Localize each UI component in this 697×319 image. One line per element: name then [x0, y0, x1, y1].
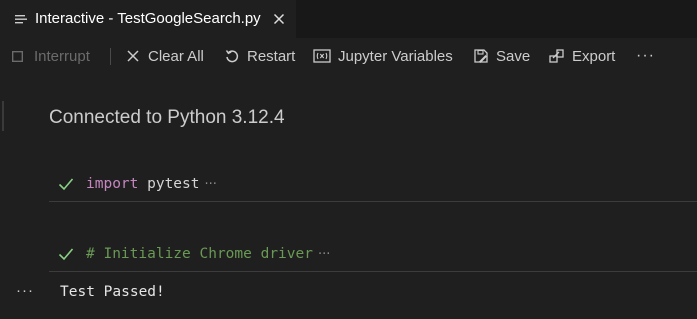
check-icon: [58, 248, 74, 261]
cell-output: Test Passed!: [60, 284, 165, 300]
export-button[interactable]: Export: [549, 38, 615, 74]
close-icon: [127, 50, 139, 62]
tab-interactive[interactable]: Interactive - TestGoogleSearch.py: [0, 0, 296, 38]
code-identifier: pytest: [138, 176, 200, 192]
cell-code: # Initialize Chrome driver ···: [86, 245, 330, 264]
variables-icon: [313, 49, 331, 63]
expand-cell-button[interactable]: ···: [205, 177, 217, 192]
output-more-button[interactable]: ···: [16, 282, 34, 299]
focus-rail: [2, 101, 4, 131]
save-label: Save: [496, 47, 531, 65]
export-icon: [549, 49, 564, 63]
expand-cell-button[interactable]: ···: [318, 247, 330, 262]
close-icon[interactable]: [272, 12, 286, 26]
interrupt-label: Interrupt: [34, 47, 90, 65]
clear-all-label: Clear All: [148, 47, 204, 65]
list-icon: [15, 15, 27, 24]
save-icon: [474, 49, 488, 63]
clear-all-button[interactable]: Clear All: [125, 38, 204, 74]
jupyter-variables-label: Jupyter Variables: [338, 47, 453, 65]
export-label: Export: [572, 47, 616, 65]
code-comment: # Initialize Chrome driver: [86, 246, 313, 262]
code-keyword: import: [86, 176, 139, 192]
stop-square-icon: [12, 50, 23, 62]
cell-code: import pytest ···: [86, 175, 217, 194]
restart-icon: [225, 50, 239, 63]
restart-button[interactable]: Restart: [224, 38, 295, 74]
more-actions-button[interactable]: ···: [636, 38, 655, 74]
interactive-toolbar: Interrupt Clear All Restart Jupyter Vari…: [0, 38, 697, 74]
tab-title: Interactive - TestGoogleSearch.py: [35, 10, 261, 27]
interrupt-button[interactable]: Interrupt: [12, 38, 90, 74]
check-icon: [58, 178, 74, 191]
code-cell[interactable]: import pytest ···: [49, 170, 697, 202]
jupyter-variables-button[interactable]: Jupyter Variables: [313, 38, 453, 74]
kernel-status: Connected to Python 3.12.4: [49, 107, 285, 128]
code-cell[interactable]: # Initialize Chrome driver ···: [49, 240, 697, 272]
restart-label: Restart: [247, 47, 296, 65]
save-button[interactable]: Save: [473, 38, 530, 74]
toolbar-separator: [110, 48, 111, 65]
editor-tab-strip: Interactive - TestGoogleSearch.py: [0, 0, 697, 38]
